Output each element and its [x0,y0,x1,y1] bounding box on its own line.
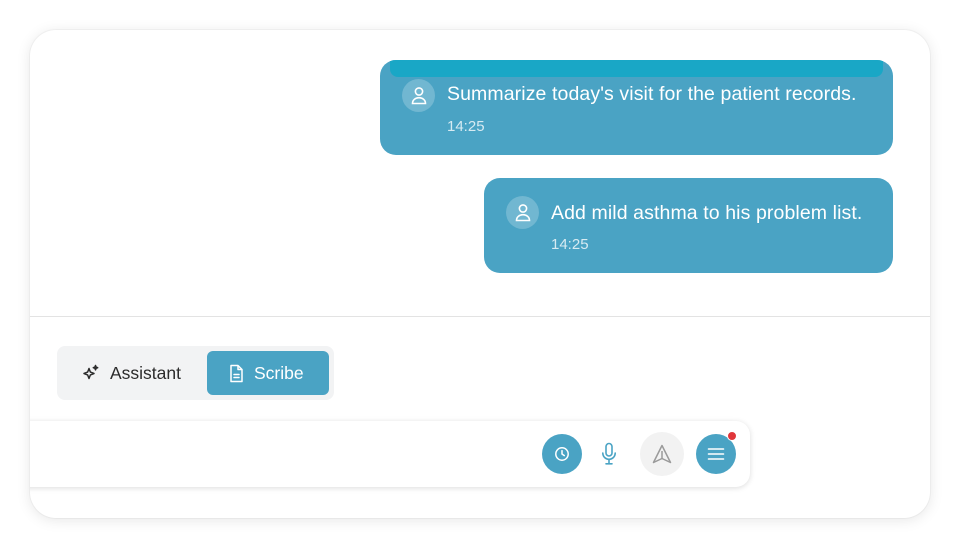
user-message: Summarize today's visit for the patient … [380,60,893,155]
chat-panel: Summarize today's visit for the patient … [30,30,930,518]
divider [30,316,930,317]
send-button[interactable] [640,432,684,476]
composer [30,421,750,487]
user-icon [506,196,539,229]
scribe-mode-button[interactable]: Scribe [207,351,329,395]
notification-dot [727,431,737,441]
document-icon [230,364,243,382]
user-icon [402,79,435,112]
message-input[interactable] [50,433,510,473]
message-text: Add mild asthma to his problem list. [551,202,863,224]
user-message: Add mild asthma to his problem list. 14:… [484,178,893,273]
message-timestamp: 14:25 [551,236,589,253]
microphone-icon [602,442,616,465]
assistant-mode-label: Assistant [110,362,181,383]
send-icon [652,444,672,464]
sparkle-icon [83,364,99,380]
message-text: Summarize today's visit for the patient … [447,83,857,105]
message-timestamp: 14:25 [447,118,485,135]
menu-icon [707,448,725,460]
message-accent-strip [390,60,883,77]
mode-switch: Assistant Scribe [57,346,334,400]
microphone-button[interactable] [589,434,629,474]
scribe-mode-label: Scribe [254,362,304,383]
assistant-mode-button[interactable]: Assistant [62,351,203,395]
clock-icon [555,447,569,461]
history-button[interactable] [542,434,582,474]
